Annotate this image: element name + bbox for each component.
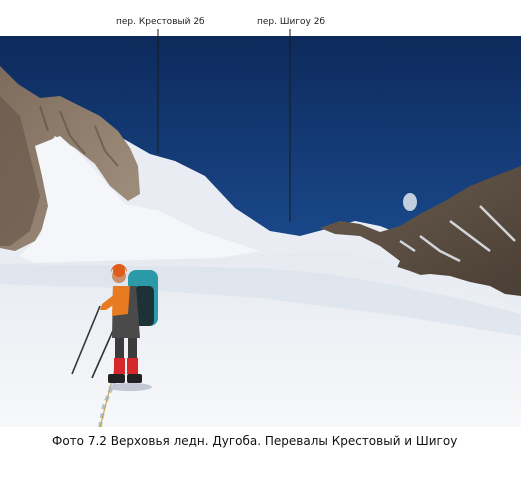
gaiter-left [114,358,125,374]
climber-shadow [108,383,152,391]
boot-left [108,374,125,383]
glacier-photo [0,36,521,427]
boot-right [127,374,142,383]
gaiter-right [127,358,138,374]
climber-helmet-cap [113,265,125,277]
photo-caption: Фото 7.2 Верховья ледн. Дугоба. Перевалы… [52,434,458,448]
small-cloud [403,193,417,211]
pointer-lines-top [157,29,291,36]
